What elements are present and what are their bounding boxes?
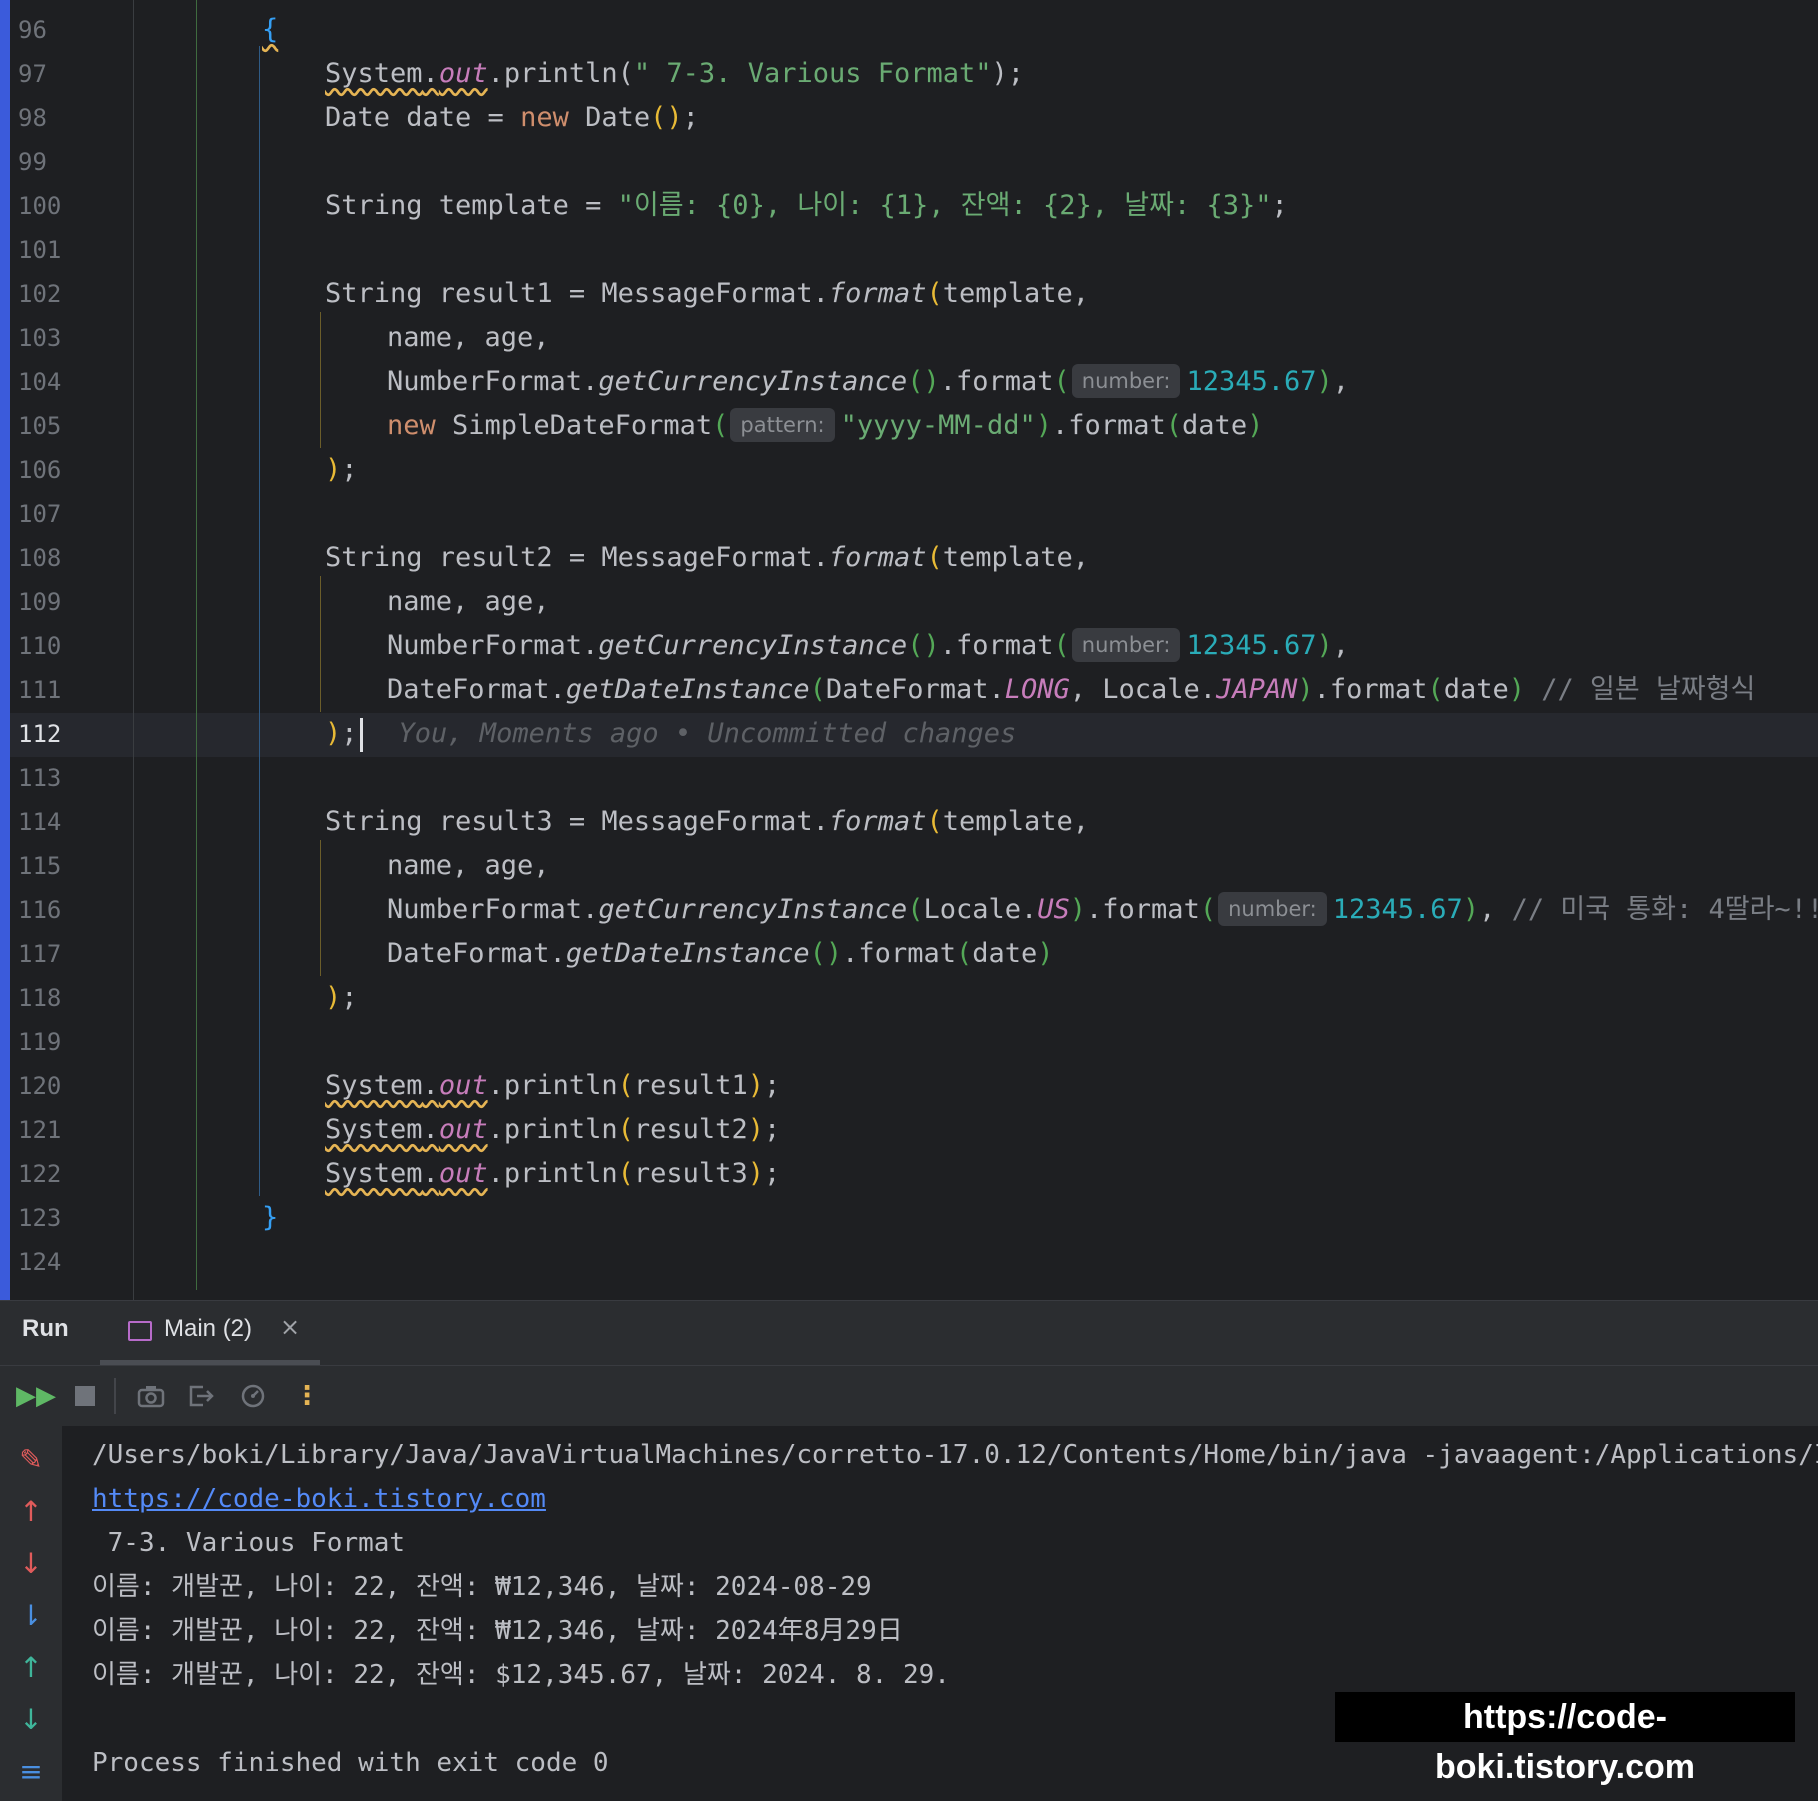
line-number: 119 — [18, 1028, 62, 1056]
inlay-hint-number: number: — [1218, 891, 1327, 926]
line-number: 104 — [18, 368, 62, 396]
line-number: 108 — [18, 544, 62, 572]
line-number: 100 — [18, 192, 62, 220]
code-line: String result1 = MessageFormat.format(te… — [325, 278, 1090, 309]
line-number: 116 — [18, 896, 62, 924]
run-tab-bar: Run Main (2) × — [0, 1301, 1818, 1365]
line-number: 105 — [18, 412, 62, 440]
code-line: System.out.println(result3); — [325, 1158, 781, 1189]
code-line: String result3 = MessageFormat.format(te… — [325, 806, 1090, 837]
console-line: 이름: 개발꾼, 나이: 22, 잔액: ₩12,346, 날짜: 2024-0… — [92, 1572, 872, 1602]
line-number: 121 — [18, 1116, 62, 1144]
code-line: name, age, — [387, 322, 550, 353]
line-number: 123 — [18, 1204, 62, 1232]
code-line: } — [262, 1202, 279, 1233]
code-line: String template = "이름: {0}, 나이: {1}, 잔액:… — [325, 190, 1288, 221]
line-number: 107 — [18, 500, 62, 528]
console-line: 이름: 개발꾼, 나이: 22, 잔액: $12,345.67, 날짜: 202… — [92, 1660, 950, 1690]
line-number-current: 112 — [18, 720, 62, 748]
code-line: Date date = new Date(); — [325, 102, 699, 133]
console-line: 7-3. Various Format — [92, 1528, 406, 1558]
stop-icon[interactable] — [68, 1380, 102, 1412]
line-number: 113 — [18, 764, 62, 792]
line-number: 117 — [18, 940, 62, 968]
rerun-icon[interactable]: ▶▶ — [16, 1380, 56, 1412]
code-line-current: ); You, Moments ago • Uncommitted changes — [325, 712, 1016, 756]
line-number: 114 — [18, 808, 62, 836]
inlay-hint-pattern: pattern: — [730, 407, 835, 442]
clear-icon[interactable]: ✎ — [14, 1443, 48, 1477]
console-line: Process finished with exit code 0 — [92, 1748, 609, 1778]
line-number-gutter[interactable]: 96 97 98 99 100 101 102 103 104 105 106 … — [10, 0, 130, 1300]
tab-main[interactable]: Main (2) × — [100, 1301, 320, 1365]
code-line: ); — [325, 454, 358, 485]
watermark: https://code-boki.tistory.com — [1335, 1692, 1795, 1786]
more-icon[interactable]: ⋮ — [290, 1380, 324, 1412]
code-line: NumberFormat.getCurrencyInstance(Locale.… — [387, 888, 1818, 932]
code-line: System.out.println(result2); — [325, 1114, 781, 1145]
line-number: 99 — [18, 148, 47, 176]
line-number: 102 — [18, 280, 62, 308]
code-line: { — [262, 14, 279, 45]
sort-icon[interactable]: ⇂ — [14, 1599, 48, 1633]
code-line: String result2 = MessageFormat.format(te… — [325, 542, 1090, 573]
run-panel-title: Run — [22, 1315, 69, 1342]
line-number: 101 — [18, 236, 62, 264]
code-line: DateFormat.getDateInstance(DateFormat.LO… — [387, 674, 1756, 705]
git-blame-hint[interactable]: You, Moments ago • Uncommitted changes — [399, 718, 1017, 749]
run-toolbar: ▶▶ ⋮ — [0, 1365, 1818, 1426]
code-line: ); — [325, 982, 358, 1013]
vcs-change-marker[interactable] — [0, 0, 10, 1300]
down-arrow-icon[interactable]: ↓ — [14, 1703, 48, 1737]
console-line: 이름: 개발꾼, 나이: 22, 잔액: ₩12,346, 날짜: 2024年8… — [92, 1616, 903, 1646]
code-line: name, age, — [387, 850, 550, 881]
line-number: 110 — [18, 632, 62, 660]
tab-main-label: Main (2) — [164, 1315, 253, 1342]
line-number: 98 — [18, 104, 47, 132]
text-caret — [359, 717, 363, 752]
console-icon — [128, 1321, 152, 1341]
line-number: 97 — [18, 60, 47, 88]
console-line: /Users/boki/Library/Java/JavaVirtualMach… — [92, 1440, 1818, 1470]
code-line: NumberFormat.getCurrencyInstance().forma… — [387, 624, 1349, 668]
toolbar-divider — [114, 1378, 116, 1414]
up-arrow-icon[interactable]: ↑ — [14, 1651, 48, 1685]
profiler-icon[interactable] — [236, 1380, 270, 1412]
code-line: NumberFormat.getCurrencyInstance().forma… — [387, 360, 1349, 404]
console-side-toolbar: ✎ ↑ ↓ ⇂ ↑ ↓ ≡ — [0, 1425, 62, 1801]
line-number: 109 — [18, 588, 62, 616]
soft-wrap-icon[interactable]: ≡ — [14, 1755, 48, 1789]
line-number: 115 — [18, 852, 62, 880]
line-number: 122 — [18, 1160, 62, 1188]
screenshot-icon[interactable] — [134, 1380, 168, 1412]
code-line: System.out.println(result1); — [325, 1070, 781, 1101]
code-line: System.out.println(" 7-3. Various Format… — [325, 58, 1025, 89]
line-number: 103 — [18, 324, 62, 352]
line-number: 120 — [18, 1072, 62, 1100]
code-line: DateFormat.getDateInstance().format(date… — [387, 938, 1054, 969]
code-line: name, age, — [387, 586, 550, 617]
code-area[interactable]: { System.out.println(" 7-3. Various Form… — [130, 0, 1818, 1300]
code-line: new SimpleDateFormat(pattern: "yyyy-MM-dd… — [387, 404, 1263, 448]
line-number: 111 — [18, 676, 62, 704]
console-link[interactable]: https://code-boki.tistory.com — [92, 1477, 546, 1521]
up-arrow-red-icon[interactable]: ↑ — [14, 1495, 48, 1529]
line-number: 106 — [18, 456, 62, 484]
inlay-hint-number: number: — [1071, 363, 1181, 398]
close-icon[interactable]: × — [280, 1313, 300, 1341]
line-number: 118 — [18, 984, 62, 1012]
code-editor[interactable]: 96 97 98 99 100 101 102 103 104 105 106 … — [0, 0, 1818, 1300]
inlay-hint-number: number: — [1071, 627, 1181, 662]
line-number: 96 — [18, 16, 47, 44]
down-arrow-red-icon[interactable]: ↓ — [14, 1547, 48, 1581]
exit-icon[interactable] — [184, 1380, 218, 1412]
line-number: 124 — [18, 1248, 62, 1276]
